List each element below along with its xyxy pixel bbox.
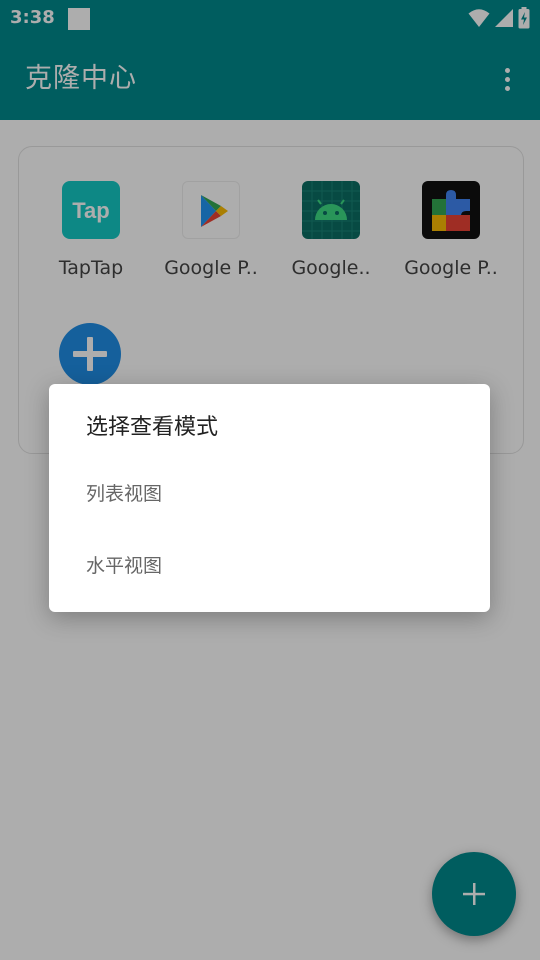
dialog-option-horizontal-view[interactable]: 水平视图 — [49, 536, 490, 594]
dialog-option-list-view[interactable]: 列表视图 — [49, 464, 490, 522]
dialog-title: 选择查看模式 — [86, 415, 219, 440]
dialog-option-label: 水平视图 — [86, 555, 163, 577]
view-mode-dialog: 选择查看模式 列表视图 水平视图 — [49, 384, 490, 612]
dialog-option-label: 列表视图 — [86, 483, 163, 505]
